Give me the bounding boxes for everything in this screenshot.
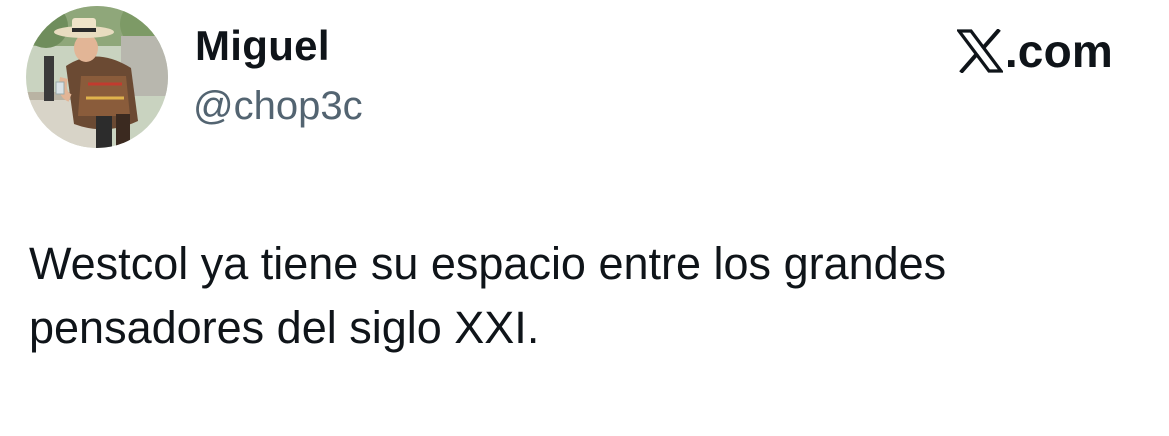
- tweet-text: Westcol ya tiene su espacio entre los gr…: [29, 238, 947, 353]
- avatar-photo: [26, 6, 168, 148]
- author-handle[interactable]: @chop3c: [193, 84, 363, 129]
- author-name[interactable]: Miguel: [195, 22, 330, 70]
- tweet-card: Miguel @chop3c .com Westcol ya tiene su …: [0, 0, 1169, 436]
- source-domain: .com: [1004, 25, 1113, 77]
- x-logo-icon: [955, 28, 1005, 74]
- avatar[interactable]: [26, 6, 168, 148]
- source-badge: .com: [955, 24, 1113, 78]
